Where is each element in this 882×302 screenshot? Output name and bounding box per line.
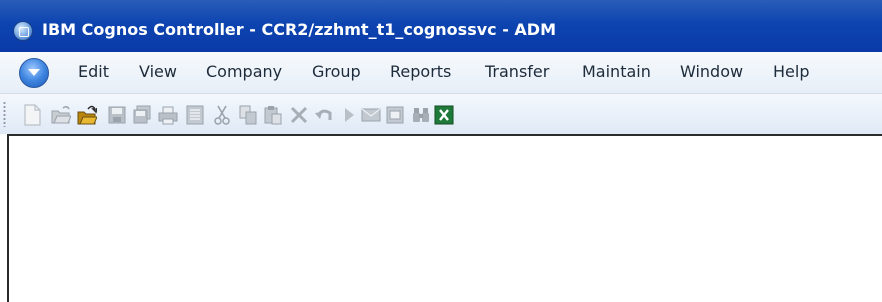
menu-help[interactable]: Help bbox=[773, 62, 809, 81]
mail-icon[interactable] bbox=[361, 104, 381, 126]
window-title: IBM Cognos Controller - CCR2/zzhmt_t1_co… bbox=[42, 20, 556, 39]
save-icon[interactable] bbox=[107, 104, 127, 126]
new-document-icon[interactable] bbox=[22, 104, 42, 126]
menu-group[interactable]: Group bbox=[312, 62, 361, 81]
workspace-area[interactable] bbox=[7, 134, 882, 302]
paste-icon[interactable] bbox=[263, 104, 283, 126]
run-icon[interactable] bbox=[339, 104, 359, 126]
save-all-icon[interactable] bbox=[132, 104, 152, 126]
undo-icon[interactable] bbox=[314, 104, 334, 126]
form-icon[interactable] bbox=[385, 104, 405, 126]
print-preview-icon[interactable] bbox=[185, 104, 205, 126]
menu-transfer[interactable]: Transfer bbox=[485, 62, 549, 81]
menu-company[interactable]: Company bbox=[206, 62, 282, 81]
toolbar-grip[interactable] bbox=[3, 101, 6, 127]
open-folder-active-icon[interactable] bbox=[77, 104, 97, 126]
excel-icon[interactable] bbox=[434, 104, 454, 126]
delete-icon[interactable] bbox=[289, 104, 309, 126]
app-icon[interactable] bbox=[13, 21, 33, 41]
cut-icon[interactable] bbox=[212, 104, 232, 126]
menu-maintain[interactable]: Maintain bbox=[582, 62, 651, 81]
find-icon[interactable] bbox=[411, 104, 431, 126]
app-menu-button[interactable] bbox=[19, 58, 49, 88]
menu-reports[interactable]: Reports bbox=[390, 62, 451, 81]
menu-window[interactable]: Window bbox=[680, 62, 743, 81]
menu-edit[interactable]: Edit bbox=[78, 62, 109, 81]
print-icon[interactable] bbox=[158, 104, 178, 126]
copy-icon[interactable] bbox=[238, 104, 258, 126]
open-folder-icon[interactable] bbox=[51, 104, 71, 126]
menu-view[interactable]: View bbox=[139, 62, 177, 81]
